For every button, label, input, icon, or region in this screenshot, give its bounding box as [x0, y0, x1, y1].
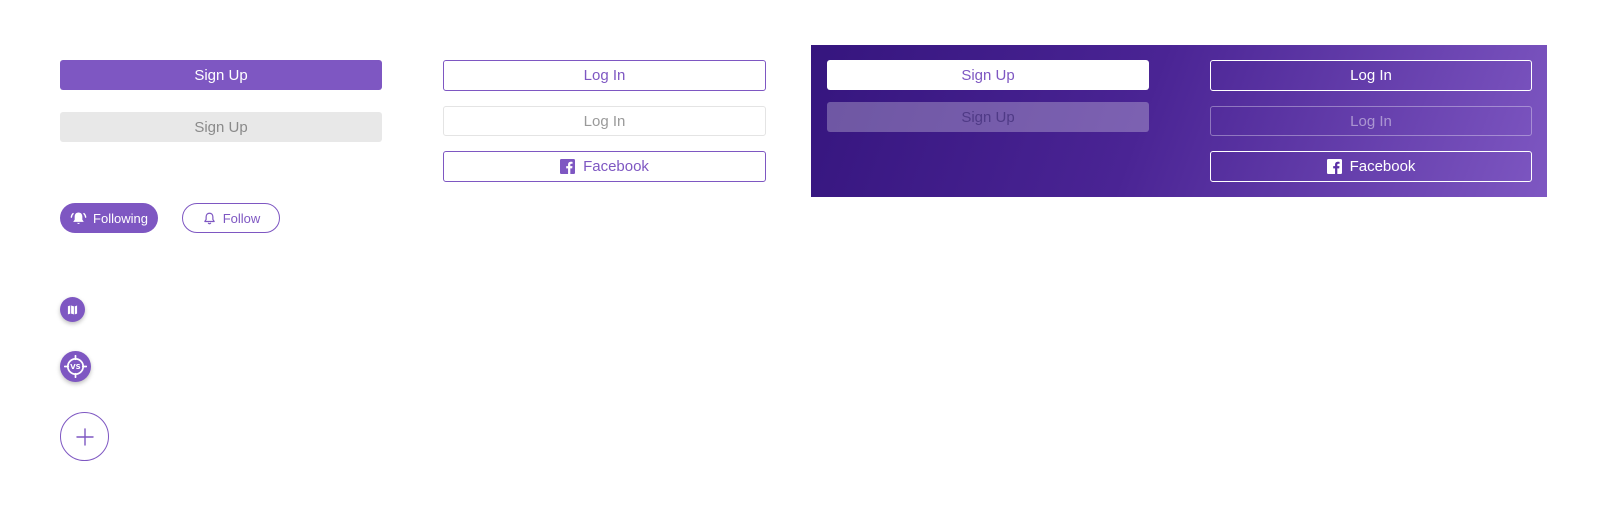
log-in-button[interactable]: Log In — [443, 60, 766, 91]
facebook-on-dark-label: Facebook — [1349, 158, 1416, 175]
versus-label: VS — [70, 362, 81, 371]
map-fab-button[interactable] — [60, 297, 85, 322]
bell-ringing-icon — [70, 210, 87, 227]
follow-button[interactable]: Follow — [182, 203, 280, 233]
bell-icon — [202, 211, 217, 226]
sign-up-button-disabled: Sign Up — [60, 112, 382, 142]
log-in-button-on-dark[interactable]: Log In — [1210, 60, 1532, 91]
sign-up-button-disabled-label: Sign Up — [194, 118, 248, 136]
sign-up-button-on-dark[interactable]: Sign Up — [827, 60, 1149, 90]
sign-up-on-dark-label: Sign Up — [961, 66, 1015, 84]
log-in-button-label: Log In — [583, 67, 626, 84]
plus-icon — [75, 427, 94, 446]
log-in-on-dark-disabled-label: Log In — [1350, 112, 1392, 130]
log-in-on-dark-label: Log In — [1350, 67, 1392, 84]
log-in-button-disabled: Log In — [443, 106, 766, 136]
sign-up-button-label: Sign Up — [194, 66, 248, 84]
facebook-button-on-dark[interactable]: Facebook — [1210, 151, 1532, 182]
sign-up-button[interactable]: Sign Up — [60, 60, 382, 90]
following-button-label: Following — [93, 210, 148, 226]
log-in-button-on-dark-disabled: Log In — [1210, 106, 1532, 136]
facebook-button-label: Facebook — [583, 158, 649, 175]
add-fab-button[interactable] — [60, 412, 109, 461]
sign-up-button-on-dark-disabled: Sign Up — [827, 102, 1149, 132]
map-icon — [67, 304, 78, 315]
versus-target-icon: VS — [64, 355, 87, 378]
sign-up-on-dark-disabled-label: Sign Up — [961, 108, 1015, 126]
facebook-icon — [560, 159, 576, 174]
follow-button-label: Follow — [222, 210, 261, 226]
following-button[interactable]: Following — [60, 203, 158, 233]
log-in-button-disabled-label: Log In — [583, 112, 626, 130]
facebook-icon — [1326, 159, 1342, 174]
facebook-button[interactable]: Facebook — [443, 151, 766, 182]
versus-fab-button[interactable]: VS — [60, 351, 91, 382]
